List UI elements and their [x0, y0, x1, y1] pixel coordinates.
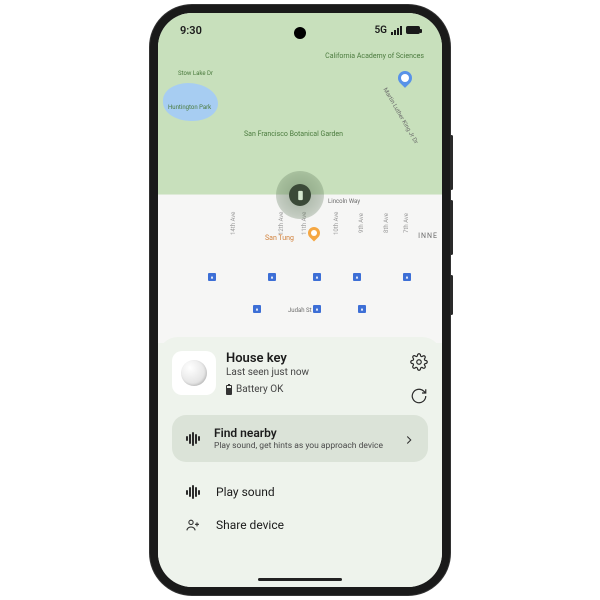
map-label-lake: Stow Lake Dr [178, 71, 213, 78]
transit-stop-icon [268, 273, 276, 281]
map-label-mlk: Martin Luther King Jr Dr [381, 87, 418, 145]
tracker-tag-icon [181, 360, 207, 386]
screen: 9:30 5G California Academy of Sciences S… [158, 13, 442, 587]
map-label-academy: California Academy of Sciences [325, 53, 424, 61]
map-label-7th: 7th Ave [403, 213, 410, 233]
play-sound-label: Play sound [216, 485, 275, 499]
signal-icon [391, 26, 402, 35]
device-name: House key [226, 351, 400, 366]
find-nearby-subtitle: Play sound, get hints as you approach de… [214, 441, 390, 451]
home-indicator[interactable] [258, 578, 342, 581]
transit-stop-icon [403, 273, 411, 281]
status-right: 5G [374, 25, 420, 36]
network-label: 5G [374, 25, 387, 36]
volume-down-button [450, 200, 453, 255]
share-device-label: Share device [216, 518, 284, 532]
map-label-9th: 9th Ave [358, 213, 365, 233]
device-info: House key Last seen just now Battery OK [226, 351, 400, 395]
transit-stop-icon [353, 273, 361, 281]
volume-up-button [450, 135, 453, 190]
map-view[interactable]: California Academy of Sciences Stow Lake… [158, 13, 442, 343]
bottom-sheet: House key Last seen just now Battery OK [158, 337, 442, 587]
map-label-14th: 14th Ave [230, 212, 237, 235]
lake-shape [163, 83, 218, 121]
find-nearby-text: Find nearby Play sound, get hints as you… [214, 426, 390, 451]
map-label-huntington: Huntington Park [168, 105, 211, 112]
power-button [450, 275, 453, 315]
map-label-judah: Judah St [288, 308, 312, 315]
share-person-icon [184, 517, 202, 533]
transit-stop-icon [358, 305, 366, 313]
device-battery-status: Battery OK [226, 384, 400, 395]
find-nearby-button[interactable]: Find nearby Play sound, get hints as you… [172, 415, 428, 462]
soundwave-icon [184, 432, 202, 446]
map-label-lincoln: Lincoln Way [328, 199, 360, 206]
map-label-8th: 8th Ave [383, 213, 390, 233]
map-label-santung: San Tung [265, 235, 294, 243]
chevron-right-icon [402, 432, 416, 446]
gear-icon [410, 353, 428, 371]
map-label-10th: 10th Ave [333, 212, 340, 235]
device-marker-icon [289, 184, 311, 206]
settings-button[interactable] [410, 353, 428, 371]
front-camera [294, 27, 306, 39]
play-sound-button[interactable]: Play sound [174, 476, 426, 508]
device-header: House key Last seen just now Battery OK [172, 351, 428, 405]
device-last-seen: Last seen just now [226, 367, 400, 378]
transit-stop-icon [313, 273, 321, 281]
find-nearby-title: Find nearby [214, 426, 390, 440]
device-location-marker[interactable] [276, 171, 324, 219]
transit-stop-icon [313, 305, 321, 313]
refresh-button[interactable] [410, 387, 428, 405]
share-device-button[interactable]: Share device [174, 508, 426, 542]
transit-stop-icon [208, 273, 216, 281]
device-thumbnail [172, 351, 216, 395]
refresh-icon [410, 387, 428, 405]
map-label-inner: INNE [418, 233, 438, 241]
map-pin-academy-icon [395, 68, 415, 88]
action-list: Play sound Share device [172, 472, 428, 542]
status-time: 9:30 [180, 24, 202, 37]
battery-text: Battery OK [236, 384, 283, 395]
map-label-garden: San Francisco Botanical Garden [244, 131, 343, 139]
transit-stop-icon [253, 305, 261, 313]
battery-level-icon [226, 385, 232, 395]
sound-icon [184, 485, 202, 499]
map-label-12th: 12th Ave [278, 212, 285, 235]
phone-frame: 9:30 5G California Academy of Sciences S… [150, 5, 450, 595]
battery-icon [406, 26, 420, 34]
device-actions [410, 351, 428, 405]
